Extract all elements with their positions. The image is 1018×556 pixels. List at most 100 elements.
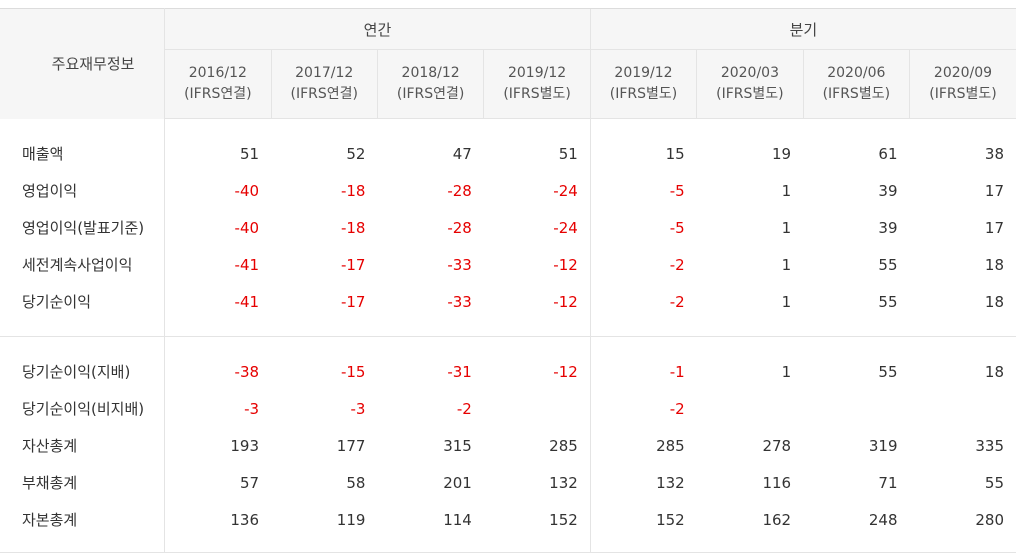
period-header: 2018/12 (IFRS연결)	[376, 49, 484, 119]
value-cell: -2	[589, 390, 697, 427]
value-cell: 55	[878, 255, 898, 274]
value-cell: 15	[589, 135, 697, 172]
period-header: 2020/06 (IFRS별도)	[802, 49, 910, 119]
spacer-cell	[377, 336, 484, 353]
period-header: 2019/12 (IFRS별도)	[483, 49, 591, 119]
spacer-cell	[165, 320, 271, 337]
value-cell: -17	[340, 255, 366, 274]
value-cell: 278	[762, 436, 792, 455]
table-row: 자산총계 193 177 315 285 285 278 319 335	[0, 427, 1016, 464]
value-cell: -5	[589, 209, 697, 246]
header-group-annual: 연간	[164, 8, 591, 50]
value-cell: 1	[781, 255, 792, 274]
value-cell: -40	[234, 218, 260, 237]
value-cell: 248	[868, 510, 898, 529]
value-cell: -2	[589, 283, 697, 320]
value-cell: 38	[984, 144, 1004, 163]
spacer-row	[0, 538, 1016, 553]
value-cell: -3	[244, 399, 260, 418]
value-cell: -18	[340, 181, 366, 200]
value-cell	[803, 390, 909, 427]
spacer-row	[0, 118, 1016, 136]
spacer-cell	[803, 320, 909, 337]
value-cell: -33	[447, 292, 472, 311]
spacer-row	[0, 320, 1016, 337]
value-cell: 51	[239, 144, 260, 163]
spacer-cell	[164, 538, 272, 553]
row-label: 영업이익(발표기준)	[0, 209, 166, 246]
row-label: 부채총계	[0, 464, 166, 501]
spacer-cell	[0, 538, 166, 553]
value-cell: -31	[447, 362, 472, 381]
table-row: 영업이익(발표기준) -40 -18 -28 -24 -5 1 39 17	[0, 209, 1016, 246]
value-cell: 18	[984, 292, 1004, 311]
value-cell: 177	[336, 436, 366, 455]
value-cell: -33	[447, 255, 472, 274]
value-cell: -1	[589, 353, 697, 390]
row-label: 매출액	[0, 135, 166, 172]
spacer-cell	[271, 336, 378, 353]
period-basis: (IFRS연결)	[184, 86, 252, 102]
spacer-cell	[377, 320, 483, 337]
value-cell: -2	[456, 399, 472, 418]
value-cell: 17	[984, 181, 1004, 200]
value-cell: 132	[589, 464, 697, 501]
value-cell: -17	[340, 292, 366, 311]
period-basis: (IFRS별도)	[929, 86, 997, 102]
period-header: 2020/03 (IFRS별도)	[696, 49, 804, 119]
spacer-cell	[803, 538, 910, 553]
period-date: 2019/12	[614, 65, 673, 81]
spacer-cell	[909, 336, 1016, 353]
period-basis: (IFRS연결)	[290, 86, 358, 102]
spacer-cell	[909, 538, 1016, 553]
value-cell: -24	[553, 218, 578, 237]
row-label: 당기순이익	[0, 283, 166, 320]
value-cell: 1	[781, 218, 792, 237]
value-cell: 58	[346, 473, 366, 492]
period-basis: (IFRS별도)	[822, 86, 891, 102]
period-date: 2020/09	[933, 65, 993, 81]
value-cell	[484, 390, 590, 427]
value-cell: 319	[868, 436, 898, 455]
value-cell: 193	[230, 436, 260, 455]
financial-summary: 주요재무정보 연간 분기 2016/12 (IFRS연결) 2017/12 (IFRS…	[0, 0, 1018, 556]
value-cell: 285	[589, 427, 697, 464]
value-cell: 335	[975, 436, 1004, 455]
value-cell: 201	[443, 473, 472, 492]
spacer-cell	[589, 320, 697, 337]
spacer-cell	[484, 119, 590, 136]
spacer-cell	[165, 119, 271, 136]
value-cell: 47	[452, 144, 472, 163]
spacer-cell	[0, 320, 166, 337]
value-cell: 285	[549, 436, 578, 455]
table-row: 당기순이익 -41 -17 -33 -12 -2 1 55 18	[0, 283, 1016, 320]
financial-table: 주요재무정보 연간 분기 2016/12 (IFRS연결) 2017/12 (IFRS…	[0, 8, 1016, 553]
header-label: 주요재무정보	[0, 8, 166, 119]
value-cell: -2	[589, 246, 697, 283]
value-cell: 152	[589, 501, 697, 538]
spacer-cell	[164, 336, 272, 353]
period-date: 2020/03	[720, 65, 779, 81]
spacer-cell	[697, 320, 803, 337]
spacer-cell	[589, 538, 697, 553]
value-cell: 55	[878, 292, 898, 311]
table-row: 자본총계 136 119 114 152 152 162 248 280	[0, 501, 1016, 538]
value-cell: 114	[443, 510, 472, 529]
spacer-cell	[271, 538, 378, 553]
value-cell: 55	[878, 362, 898, 381]
spacer-cell	[0, 118, 166, 135]
spacer-cell	[803, 119, 909, 136]
value-cell: 280	[975, 510, 1004, 529]
value-cell: -41	[234, 292, 260, 311]
value-cell: 51	[558, 144, 578, 163]
table-row: 세전계속사업이익 -41 -17 -33 -12 -2 1 55 18	[0, 246, 1016, 283]
value-cell: 18	[984, 255, 1004, 274]
period-date: 2016/12	[188, 65, 247, 81]
period-basis: (IFRS연결)	[396, 86, 465, 102]
value-cell: 61	[878, 144, 898, 163]
spacer-row	[0, 336, 1016, 353]
table-body: 매출액 51 52 47 51 15 19 61 38 영업이익 -40 -18 -28 -24 -5 1 39…	[0, 118, 1016, 553]
value-cell: -3	[350, 399, 366, 418]
value-cell: 39	[878, 218, 898, 237]
value-cell: -24	[553, 181, 578, 200]
